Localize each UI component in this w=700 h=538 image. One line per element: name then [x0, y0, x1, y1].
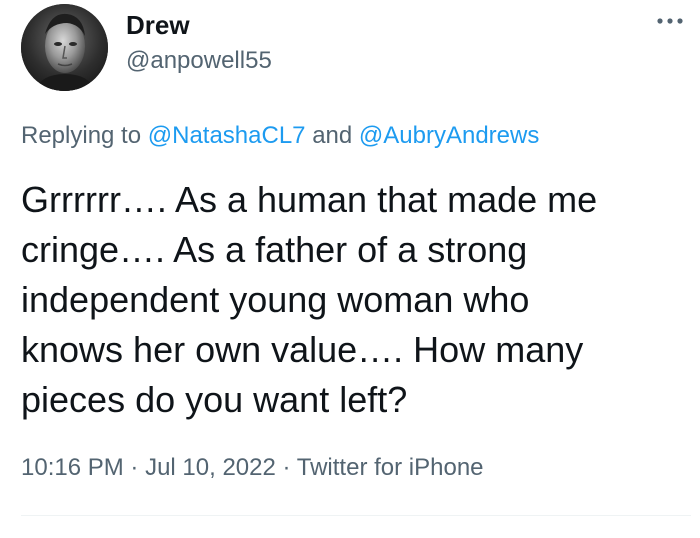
tweet-detail: Drew @anpowell55 Replying to @NatashaCL7…	[0, 0, 700, 538]
meta-separator: ·	[130, 454, 139, 481]
tweet-date[interactable]: Jul 10, 2022	[145, 454, 276, 481]
author-display-name[interactable]: Drew	[126, 10, 190, 40]
tweet-time[interactable]: 10:16 PM	[21, 454, 124, 481]
more-horizontal-icon	[657, 18, 683, 24]
author-handle[interactable]: @anpowell55	[126, 47, 272, 75]
mention-link-aubry[interactable]: @AubryAndrews	[359, 122, 539, 149]
replying-conjunction: and	[312, 122, 353, 149]
tweet-source[interactable]: Twitter for iPhone	[297, 454, 484, 481]
replying-to-label: Replying to	[21, 122, 142, 149]
meta-separator: ·	[282, 454, 291, 481]
tweet-meta: 10:16 PM · Jul 10, 2022 · Twitter for iP…	[21, 453, 484, 483]
replying-to-line: Replying to @NatashaCL7 and @AubryAndrew…	[21, 121, 539, 151]
tweet-text: Grrrrrr…. As a human that made me cringe…	[21, 179, 598, 420]
mention-link-natasha[interactable]: @NatashaCL7	[148, 122, 306, 149]
profile-photo-icon	[21, 4, 108, 91]
divider	[21, 515, 691, 516]
avatar[interactable]	[21, 4, 108, 91]
more-options-button[interactable]	[650, 6, 690, 36]
